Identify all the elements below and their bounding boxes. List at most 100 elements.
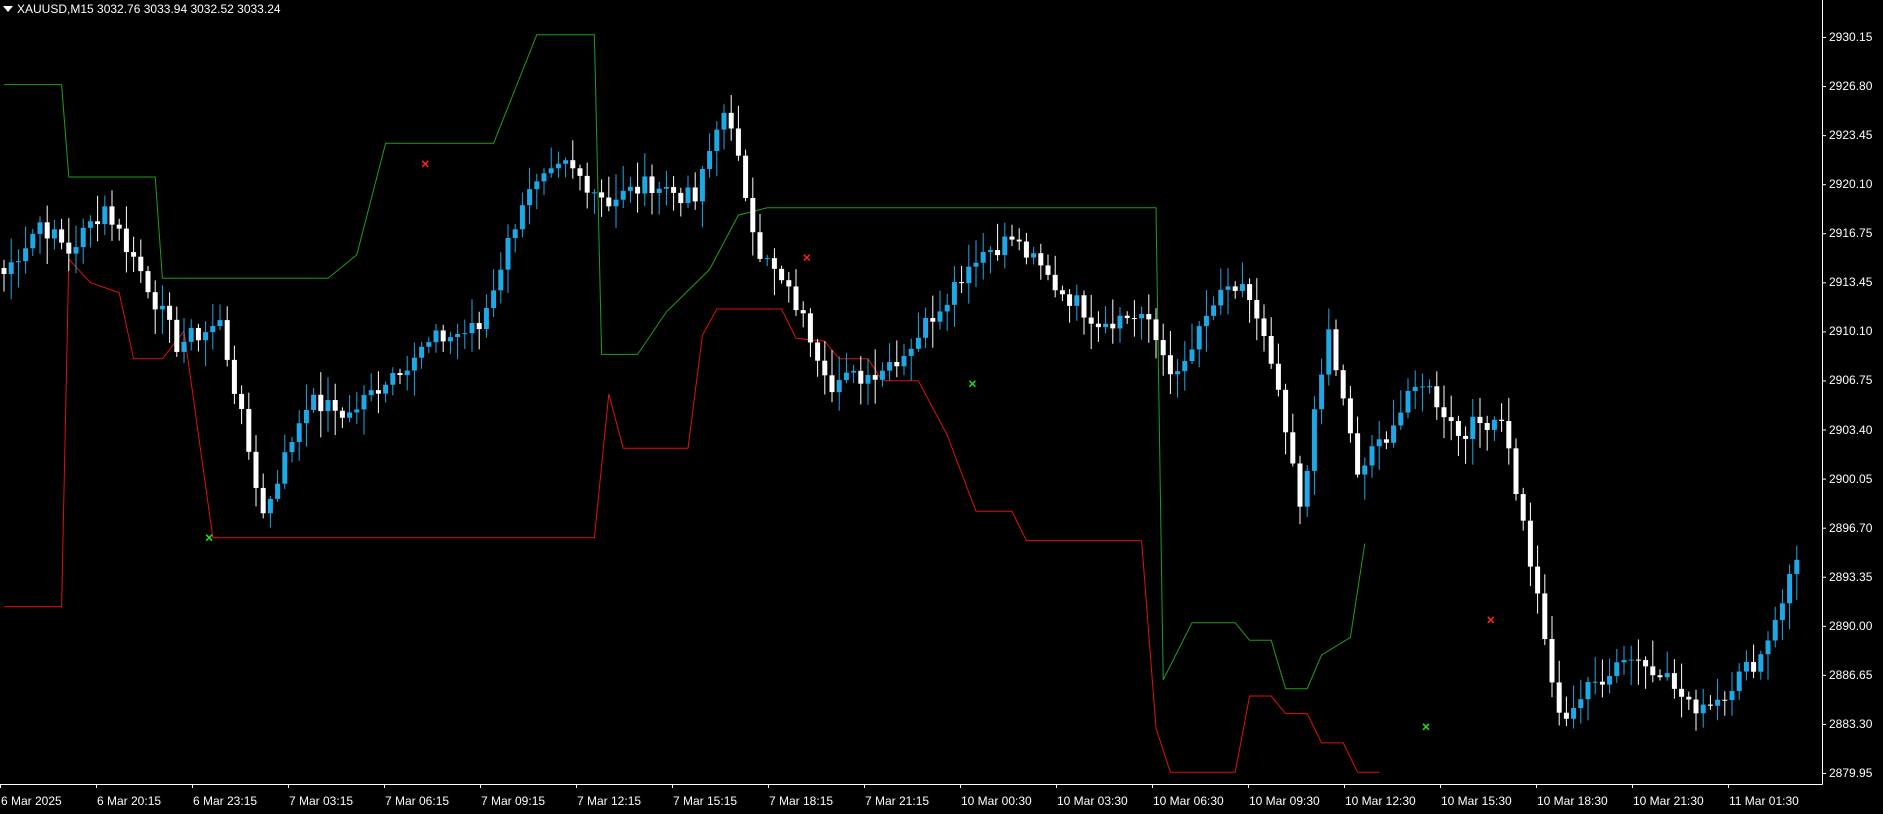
- candle[interactable]: [138, 239, 144, 284]
- candle[interactable]: [606, 176, 612, 212]
- candle[interactable]: [361, 385, 367, 435]
- candle[interactable]: [1578, 679, 1584, 724]
- candle[interactable]: [786, 271, 792, 303]
- candle[interactable]: [678, 187, 684, 217]
- candle[interactable]: [73, 225, 79, 274]
- candle[interactable]: [1045, 254, 1051, 281]
- candle[interactable]: [1419, 373, 1425, 412]
- candle[interactable]: [217, 304, 223, 331]
- candle[interactable]: [923, 307, 929, 349]
- candle[interactable]: [1, 259, 7, 292]
- candle[interactable]: [1470, 398, 1476, 465]
- candle[interactable]: [203, 321, 209, 367]
- candle[interactable]: [1715, 678, 1721, 721]
- candle[interactable]: [15, 249, 21, 288]
- candle[interactable]: [555, 151, 561, 178]
- candle[interactable]: [1095, 311, 1101, 342]
- candle[interactable]: [469, 299, 475, 352]
- candle[interactable]: [951, 266, 957, 327]
- candle[interactable]: [563, 157, 569, 178]
- candle[interactable]: [584, 162, 590, 209]
- candle[interactable]: [476, 311, 482, 350]
- candle[interactable]: [1067, 289, 1073, 323]
- candle[interactable]: [1283, 383, 1289, 455]
- candle[interactable]: [145, 266, 151, 299]
- candle[interactable]: [1657, 669, 1663, 681]
- candle[interactable]: [771, 248, 777, 296]
- candle[interactable]: [1383, 431, 1389, 450]
- candle[interactable]: [231, 345, 237, 405]
- candle[interactable]: [858, 356, 864, 405]
- candle[interactable]: [95, 195, 101, 242]
- candle[interactable]: [1362, 457, 1368, 500]
- candle[interactable]: [332, 383, 338, 436]
- candle[interactable]: [1535, 545, 1541, 614]
- candle[interactable]: [375, 371, 381, 414]
- candle[interactable]: [1592, 657, 1598, 695]
- candle[interactable]: [1290, 413, 1296, 467]
- candle[interactable]: [663, 170, 669, 206]
- candle[interactable]: [1787, 564, 1793, 630]
- candle[interactable]: [527, 167, 533, 225]
- candle[interactable]: [1232, 281, 1238, 299]
- candle[interactable]: [1189, 323, 1195, 365]
- candle[interactable]: [397, 368, 403, 385]
- candle[interactable]: [973, 240, 979, 288]
- candle[interactable]: [1016, 228, 1022, 251]
- candle[interactable]: [1542, 574, 1548, 646]
- candle[interactable]: [1556, 660, 1562, 726]
- candle[interactable]: [829, 350, 835, 403]
- candle[interactable]: [1117, 306, 1123, 343]
- candle[interactable]: [1491, 416, 1497, 441]
- candle[interactable]: [1081, 290, 1087, 335]
- candle[interactable]: [671, 175, 677, 211]
- candle[interactable]: [447, 331, 453, 355]
- candle[interactable]: [66, 218, 72, 272]
- candle[interactable]: [548, 147, 554, 178]
- candle[interactable]: [339, 407, 345, 428]
- candle[interactable]: [1139, 306, 1145, 340]
- candle[interactable]: [1297, 455, 1303, 525]
- candle[interactable]: [44, 205, 50, 265]
- candle[interactable]: [793, 269, 799, 316]
- candle[interactable]: [1182, 341, 1188, 391]
- candle[interactable]: [1743, 650, 1749, 681]
- candle[interactable]: [1729, 672, 1735, 716]
- candle[interactable]: [656, 181, 662, 215]
- candle[interactable]: [152, 280, 158, 334]
- candle[interactable]: [512, 223, 518, 253]
- candle[interactable]: [1009, 224, 1015, 247]
- candle[interactable]: [1455, 415, 1461, 457]
- candle[interactable]: [246, 392, 252, 460]
- candle[interactable]: [1765, 631, 1771, 680]
- candle[interactable]: [87, 215, 93, 248]
- candle[interactable]: [620, 166, 626, 209]
- candle[interactable]: [491, 269, 497, 317]
- candle[interactable]: [627, 176, 633, 203]
- candle[interactable]: [1794, 545, 1800, 600]
- candle[interactable]: [1218, 268, 1224, 315]
- candle[interactable]: [714, 121, 720, 177]
- candle[interactable]: [1434, 371, 1440, 420]
- candle[interactable]: [743, 149, 749, 202]
- candle[interactable]: [383, 381, 389, 403]
- candle[interactable]: [1585, 676, 1591, 721]
- candle[interactable]: [1275, 343, 1281, 397]
- candle[interactable]: [1499, 403, 1505, 432]
- candle[interactable]: [159, 285, 165, 335]
- candle[interactable]: [843, 353, 849, 384]
- candle[interactable]: [1700, 688, 1706, 728]
- candle[interactable]: [1693, 689, 1699, 731]
- candle[interactable]: [1333, 319, 1339, 377]
- candle[interactable]: [1628, 645, 1634, 686]
- candle[interactable]: [1355, 416, 1361, 478]
- candle[interactable]: [822, 341, 828, 395]
- candle[interactable]: [174, 306, 180, 357]
- candle[interactable]: [1563, 696, 1569, 726]
- candle[interactable]: [102, 195, 108, 235]
- candle[interactable]: [1405, 378, 1411, 419]
- candle[interactable]: [1023, 232, 1029, 265]
- candle[interactable]: [404, 355, 410, 391]
- candle[interactable]: [1398, 390, 1404, 430]
- candle[interactable]: [1549, 615, 1555, 698]
